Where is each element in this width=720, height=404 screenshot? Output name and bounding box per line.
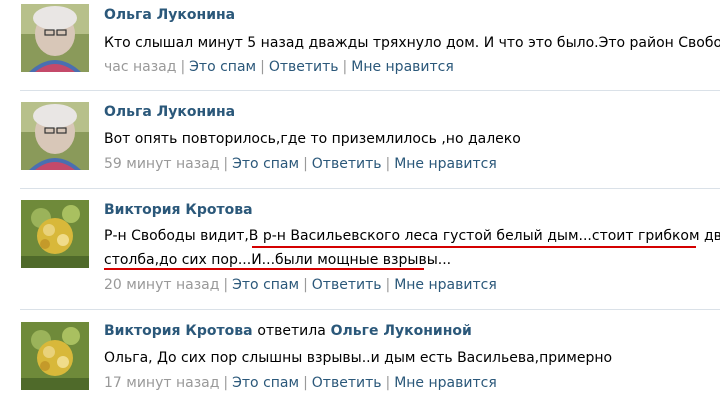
author-line: Виктория Кротова ответила Ольге Луконино… — [104, 323, 472, 339]
divider — [20, 309, 720, 310]
red-underline-mark — [252, 246, 696, 248]
like-link[interactable]: Мне нравится — [351, 59, 454, 75]
reply-link[interactable]: Ответить — [312, 375, 382, 391]
separator: | — [385, 277, 391, 293]
separator: | — [342, 59, 348, 75]
spam-link[interactable]: Это спам — [232, 277, 299, 293]
reply-indicator: ответила — [257, 323, 326, 339]
like-link[interactable]: Мне нравится — [394, 375, 497, 391]
separator: | — [303, 375, 308, 391]
comment-feed: Ольга Луконина Кто слышал минут 5 назад … — [0, 0, 720, 404]
reply-link[interactable]: Ответить — [269, 59, 339, 75]
reply-link[interactable]: Ответить — [312, 156, 382, 172]
author-name[interactable]: Ольга Луконина — [104, 104, 235, 120]
separator: | — [180, 59, 186, 75]
comment-text: Кто слышал минут 5 назад дважды тряхнуло… — [104, 35, 720, 51]
spam-link[interactable]: Это спам — [232, 156, 299, 172]
separator: | — [385, 375, 391, 391]
like-link[interactable]: Мне нравится — [394, 277, 497, 293]
reply-to-name[interactable]: Ольге Лукониной — [331, 323, 472, 339]
comment-text: Вот опять повторилось,где то приземлилос… — [104, 131, 521, 147]
comment-meta: 17 минут назад | Это спам | Ответить | Мне нра… — [104, 375, 497, 391]
divider — [20, 188, 720, 189]
separator: | — [303, 277, 308, 293]
author-name[interactable]: Ольга Луконина — [104, 7, 235, 23]
comment-meta: 20 минут назад | Это спам | Ответить | Мне нра… — [104, 277, 497, 293]
timestamp[interactable]: 59 минут назад — [104, 156, 219, 172]
separator: | — [303, 156, 308, 172]
separator: | — [260, 59, 265, 75]
reply-link[interactable]: Ответить — [312, 277, 382, 293]
comment-text-line-1: Р-н Свободы видит,В р-н Васильевского ле… — [104, 228, 720, 244]
avatar[interactable] — [21, 200, 89, 268]
comment-meta: 59 минут назад | Это спам | Ответить | Мне нра… — [104, 156, 497, 172]
separator: | — [223, 156, 229, 172]
divider — [20, 90, 720, 91]
spam-link[interactable]: Это спам — [232, 375, 299, 391]
timestamp[interactable]: 17 минут назад — [104, 375, 219, 391]
avatar[interactable] — [21, 102, 89, 170]
comment-text-line-2: столба,до сих пор...И...были мощные взры… — [104, 252, 452, 268]
avatar[interactable] — [21, 322, 89, 390]
timestamp[interactable]: 20 минут назад — [104, 277, 219, 293]
author-name[interactable]: Виктория Кротова — [104, 202, 253, 218]
timestamp[interactable]: час назад — [104, 59, 176, 75]
spam-link[interactable]: Это спам — [189, 59, 256, 75]
like-link[interactable]: Мне нравится — [394, 156, 497, 172]
comment-text: Ольга, До сих пор слышны взрывы..и дым е… — [104, 350, 613, 366]
comment-meta: час назад | Это спам | Ответить | Мне нравится — [104, 59, 454, 75]
separator: | — [223, 375, 229, 391]
author-name[interactable]: Виктория Кротова — [104, 323, 253, 339]
avatar[interactable] — [21, 4, 89, 72]
separator: | — [385, 156, 391, 172]
red-underline-mark — [104, 268, 424, 270]
separator: | — [223, 277, 229, 293]
